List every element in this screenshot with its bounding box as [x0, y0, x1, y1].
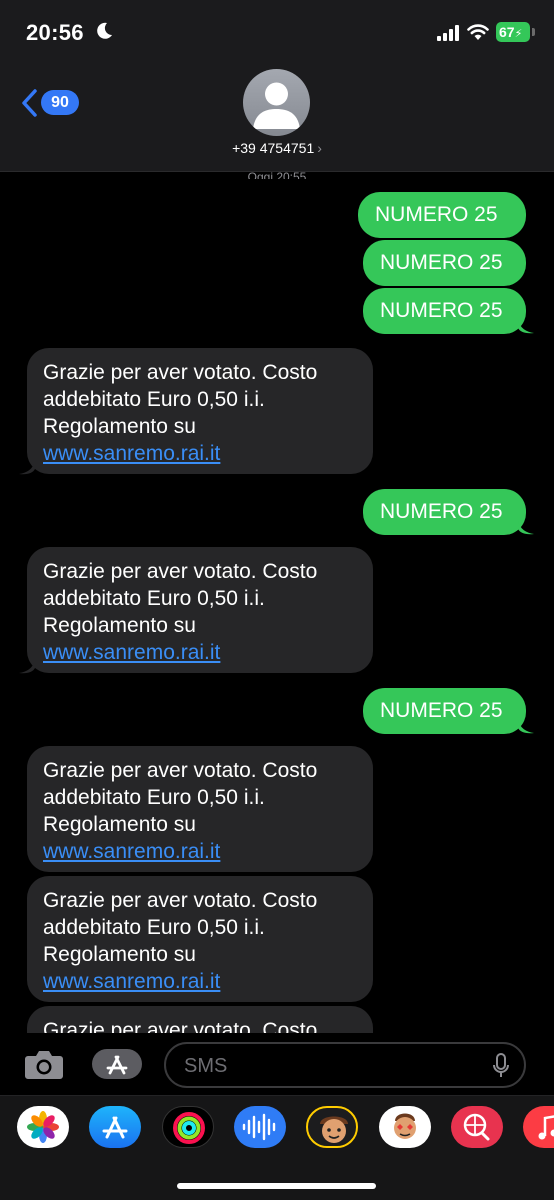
- status-bar: 20:56 67⚡: [0, 0, 554, 62]
- photos-flower-icon: [27, 1111, 59, 1143]
- memoji-stickers-app-icon[interactable]: [379, 1106, 431, 1148]
- sms-input[interactable]: SMS: [164, 1042, 526, 1088]
- music-note-icon: [538, 1115, 554, 1140]
- message-input-bar: SMS: [0, 1033, 554, 1095]
- outgoing-message[interactable]: NUMERO 25: [363, 288, 526, 334]
- memoji-app-icon[interactable]: [306, 1106, 358, 1148]
- apps-button[interactable]: [92, 1049, 142, 1079]
- cellular-signal-icon: [437, 25, 459, 41]
- app-store-app-icon[interactable]: [89, 1106, 141, 1148]
- app-store-icon: [102, 1116, 128, 1139]
- contact-number: +39 4754751: [232, 140, 315, 156]
- message-line: Regolamento su: [43, 943, 196, 966]
- chevron-left-icon: [22, 89, 37, 117]
- microphone-icon[interactable]: [492, 1053, 510, 1079]
- message-line: addebitato Euro 0,50 i.i.: [43, 786, 265, 809]
- message-text: NUMERO 25: [380, 299, 503, 322]
- photos-app-icon[interactable]: [17, 1106, 69, 1148]
- home-indicator[interactable]: [177, 1183, 376, 1189]
- website-link[interactable]: www.sanremo.rai.it: [43, 838, 357, 865]
- battery-cap: [532, 28, 535, 36]
- message-line: Grazie per aver votato. Costo: [43, 759, 318, 782]
- message-text: NUMERO 25: [380, 699, 503, 722]
- memoji-face-icon: [320, 1116, 348, 1143]
- back-button[interactable]: 90: [20, 86, 80, 120]
- bubble-tail: [518, 521, 534, 535]
- activity-rings-icon: [173, 1112, 205, 1144]
- wifi-icon: [467, 24, 489, 40]
- message-line: addebitato Euro 0,50 i.i.: [43, 916, 265, 939]
- incoming-message[interactable]: Grazie per aver votato. Costo addebitato…: [27, 547, 373, 673]
- website-link[interactable]: www.sanremo.rai.it: [43, 968, 357, 995]
- message-line: Regolamento su: [43, 614, 196, 637]
- sms-placeholder: SMS: [184, 1055, 228, 1077]
- message-line: addebitato Euro 0,50 i.i.: [43, 388, 265, 411]
- outgoing-message[interactable]: NUMERO 25: [358, 192, 526, 238]
- bubble-tail: [518, 320, 534, 334]
- battery-level: 67: [499, 24, 515, 40]
- incoming-message[interactable]: Grazie per aver votato. Costo addebitato…: [27, 348, 373, 474]
- image-search-app-icon[interactable]: [451, 1106, 503, 1148]
- bubble-tail: [19, 660, 35, 674]
- battery-indicator: 67⚡: [496, 22, 530, 42]
- message-line: Regolamento su: [43, 813, 196, 836]
- message-text: NUMERO 25: [380, 251, 503, 274]
- activity-app-icon[interactable]: [162, 1106, 214, 1148]
- message-line: Grazie per aver votato. Costo: [43, 889, 318, 912]
- incoming-message[interactable]: Grazie per aver votato. Costo addebitato…: [27, 876, 373, 1002]
- message-text: NUMERO 25: [375, 203, 498, 226]
- website-link[interactable]: www.sanremo.rai.it: [43, 440, 357, 467]
- message-line: addebitato Euro 0,50 i.i.: [43, 587, 265, 610]
- memoji-stickers-icon: [394, 1113, 416, 1139]
- music-app-icon[interactable]: [523, 1106, 554, 1148]
- unread-count-badge: 90: [41, 90, 79, 115]
- message-line: Grazie per aver votato. Costo: [43, 361, 318, 384]
- status-time: 20:56: [26, 20, 84, 45]
- app-drawer: [0, 1095, 554, 1200]
- camera-icon[interactable]: [24, 1048, 64, 1080]
- contact-avatar[interactable]: [243, 69, 310, 136]
- contact-name-row[interactable]: +39 4754751 ›: [0, 140, 554, 156]
- outgoing-message[interactable]: NUMERO 25: [363, 489, 526, 535]
- app-store-icon: [106, 1055, 128, 1075]
- message-text: NUMERO 25: [380, 500, 503, 523]
- outgoing-message[interactable]: NUMERO 25: [363, 240, 526, 286]
- moon-icon: [97, 22, 112, 39]
- charging-bolt-icon: ⚡: [514, 28, 523, 40]
- website-link[interactable]: www.sanremo.rai.it: [43, 639, 357, 666]
- globe-search-icon: [463, 1113, 490, 1141]
- outgoing-message[interactable]: NUMERO 25: [363, 688, 526, 734]
- bubble-tail: [19, 461, 35, 475]
- message-line: Grazie per aver votato. Costo: [43, 560, 318, 583]
- waveform-icon: [242, 1113, 276, 1141]
- message-line: Regolamento su: [43, 415, 196, 438]
- chevron-right-icon: ›: [317, 140, 322, 156]
- person-icon: [253, 82, 300, 129]
- incoming-message[interactable]: Grazie per aver votato. Costo addebitato…: [27, 746, 373, 872]
- bubble-tail: [518, 720, 534, 734]
- audio-message-app-icon[interactable]: [234, 1106, 286, 1148]
